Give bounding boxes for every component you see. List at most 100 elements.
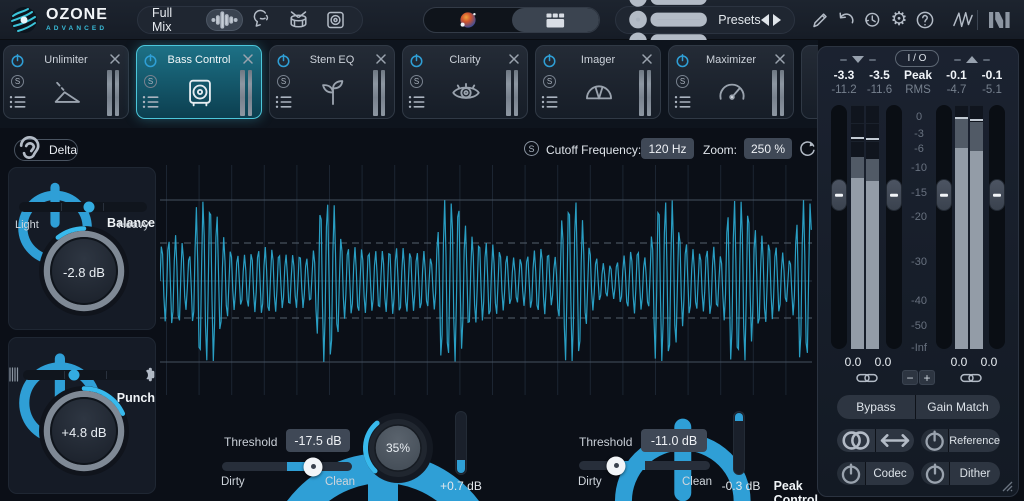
module-card-unlimiter[interactable]: UnlimiterS xyxy=(3,45,129,119)
collapse-input[interactable] xyxy=(840,56,876,63)
waveform-display[interactable] xyxy=(160,165,812,395)
dither-button[interactable]: Dither xyxy=(950,462,1000,485)
speaker-box-icon[interactable] xyxy=(317,9,354,31)
module-meter xyxy=(639,70,651,116)
solo-icon[interactable]: S xyxy=(676,75,689,88)
bypass-button[interactable]: Bypass xyxy=(837,395,915,419)
scale-label: -30 xyxy=(904,256,934,268)
history-icon[interactable] xyxy=(862,10,882,30)
menu-icon[interactable] xyxy=(9,95,27,109)
close-icon[interactable] xyxy=(242,53,254,65)
divider xyxy=(977,10,978,30)
resize-grip-icon[interactable] xyxy=(1001,480,1013,492)
punch-slider-handle[interactable] xyxy=(69,370,80,381)
power-icon[interactable] xyxy=(921,429,948,452)
solo-icon[interactable]: S xyxy=(144,75,157,88)
drum-icon[interactable] xyxy=(280,9,317,31)
link-channels-icon[interactable] xyxy=(856,372,878,384)
gate-bars-icon xyxy=(9,367,20,382)
io-panel: I / O -3.3 -3.5 Peak -0.1 -0.1 -11.2 -11… xyxy=(817,46,1019,497)
output-gain-fader-r[interactable] xyxy=(989,105,1005,349)
input-gain-fader-r[interactable] xyxy=(886,105,902,349)
io-toggle[interactable]: I / O xyxy=(895,50,939,67)
menu-icon[interactable] xyxy=(142,95,160,109)
balance-slider-handle[interactable] xyxy=(84,202,95,213)
peak-threshold-value[interactable]: -11.0 dB xyxy=(641,429,707,452)
close-icon[interactable] xyxy=(774,53,786,65)
collapse-output[interactable] xyxy=(954,56,990,63)
menu-icon[interactable] xyxy=(408,95,426,109)
presets-selector[interactable]: Presets xyxy=(615,6,795,34)
close-icon[interactable] xyxy=(508,53,520,65)
peak-min-label: Dirty xyxy=(578,476,602,488)
gear-icon[interactable]: ⚙ xyxy=(888,10,910,30)
decrement-button[interactable]: − xyxy=(902,370,918,385)
punch-slider[interactable] xyxy=(23,370,148,380)
input-fader-handle-r[interactable] xyxy=(886,179,902,211)
reference-button[interactable]: Reference xyxy=(949,429,1000,452)
solo-band-icon[interactable]: S xyxy=(524,141,539,156)
cutoff-value[interactable]: 120 Hz xyxy=(641,138,694,159)
rms-label[interactable]: RMS xyxy=(897,84,939,96)
link-channels-icon[interactable] xyxy=(960,372,982,384)
input-gain-fader[interactable] xyxy=(831,105,847,349)
module-meter xyxy=(107,70,119,116)
balance-slider[interactable] xyxy=(19,202,147,212)
balance-knob[interactable]: -2.8 dB xyxy=(34,225,134,325)
help-icon[interactable] xyxy=(915,10,935,30)
delta-label: Delta xyxy=(49,143,77,157)
undo-icon[interactable] xyxy=(836,10,856,30)
solo-icon[interactable]: S xyxy=(410,75,423,88)
pencil-icon[interactable] xyxy=(810,10,830,30)
sustain-threshold-value[interactable]: -17.5 dB xyxy=(286,429,350,452)
solo-icon[interactable]: S xyxy=(277,75,290,88)
input-gain-value-l: 0.0 xyxy=(839,355,867,369)
peak-max-label: Clean xyxy=(682,476,712,488)
module-card-partial[interactable] xyxy=(801,45,818,119)
zoom-value[interactable]: 250 % xyxy=(744,138,792,159)
vocal-icon[interactable] xyxy=(243,9,280,31)
peak-label[interactable]: Peak xyxy=(897,68,939,82)
blocks-icon[interactable] xyxy=(512,8,600,32)
menu-icon[interactable] xyxy=(674,95,692,109)
peak-threshold-slider[interactable] xyxy=(579,461,710,470)
codec-button[interactable]: Codec xyxy=(866,462,914,485)
input-fader-handle-l[interactable] xyxy=(831,179,847,211)
solo-icon[interactable]: S xyxy=(543,75,556,88)
module-card-clarity[interactable]: ClarityS xyxy=(402,45,528,119)
scale-label: 0 xyxy=(904,111,934,123)
module-card-bass-control[interactable]: Bass ControlS xyxy=(136,45,262,119)
close-icon[interactable] xyxy=(375,53,387,65)
output-fader-handle-r[interactable] xyxy=(989,179,1005,211)
solo-icon[interactable]: S xyxy=(11,75,24,88)
increment-button[interactable]: + xyxy=(919,370,935,385)
ai-sphere-icon[interactable] xyxy=(424,8,512,32)
module-card-maximizer[interactable]: MaximizerS xyxy=(668,45,794,119)
module-meter xyxy=(772,70,784,116)
stereo-icon[interactable] xyxy=(837,429,875,452)
power-icon[interactable] xyxy=(837,462,865,485)
sustain-threshold-slider[interactable] xyxy=(222,462,352,471)
view-toggle[interactable] xyxy=(423,7,600,33)
scale-label: -20 xyxy=(904,211,934,223)
gain-match-button[interactable]: Gain Match xyxy=(916,395,1000,419)
width-arrows-icon[interactable] xyxy=(876,429,914,452)
punch-knob[interactable]: +4.8 dB xyxy=(34,385,134,485)
peak-slider-handle[interactable] xyxy=(607,456,626,475)
output-fader-handle-l[interactable] xyxy=(936,179,952,211)
module-card-stem-eq[interactable]: Stem EQS xyxy=(269,45,395,119)
close-icon[interactable] xyxy=(641,53,653,65)
sustain-slider-handle[interactable] xyxy=(304,457,323,476)
module-card-imager[interactable]: ImagerS xyxy=(535,45,661,119)
power-icon[interactable] xyxy=(921,462,949,485)
delta-button[interactable]: Delta xyxy=(14,139,78,161)
close-icon[interactable] xyxy=(109,53,121,65)
next-preset-icon[interactable] xyxy=(773,14,781,26)
output-gain-fader[interactable] xyxy=(936,105,952,349)
prev-preset-icon[interactable] xyxy=(761,14,769,26)
sustain-amount-knob[interactable]: 35% xyxy=(359,409,437,487)
menu-icon[interactable] xyxy=(541,95,559,109)
reset-zoom-icon[interactable] xyxy=(797,138,818,159)
menu-icon[interactable] xyxy=(275,95,293,109)
waveform-icon[interactable] xyxy=(206,9,243,31)
